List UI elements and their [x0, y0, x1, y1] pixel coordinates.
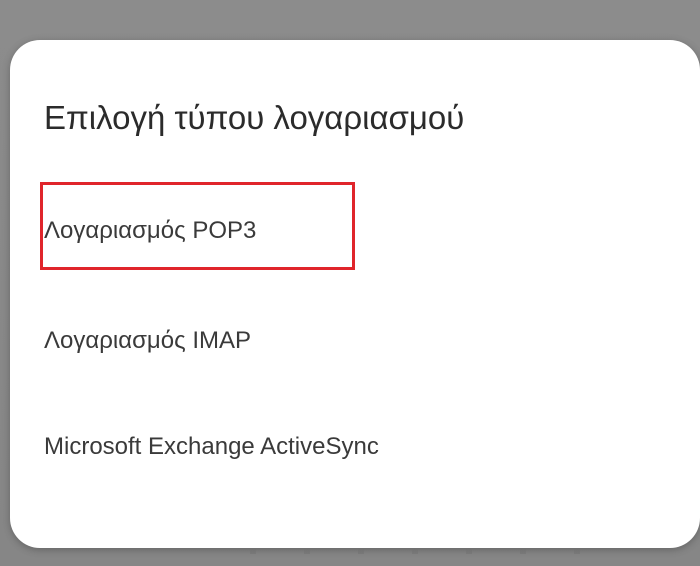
option-exchange-activesync[interactable]: Microsoft Exchange ActiveSync [44, 430, 379, 464]
option-imap-account[interactable]: Λογαριασμός IMAP [44, 324, 251, 358]
option-pop3-account[interactable]: Λογαριασμός POP3 [44, 214, 256, 248]
background-content-hint [250, 548, 580, 554]
dialog-title: Επιλογή τύπου λογαριασμού [44, 99, 465, 136]
